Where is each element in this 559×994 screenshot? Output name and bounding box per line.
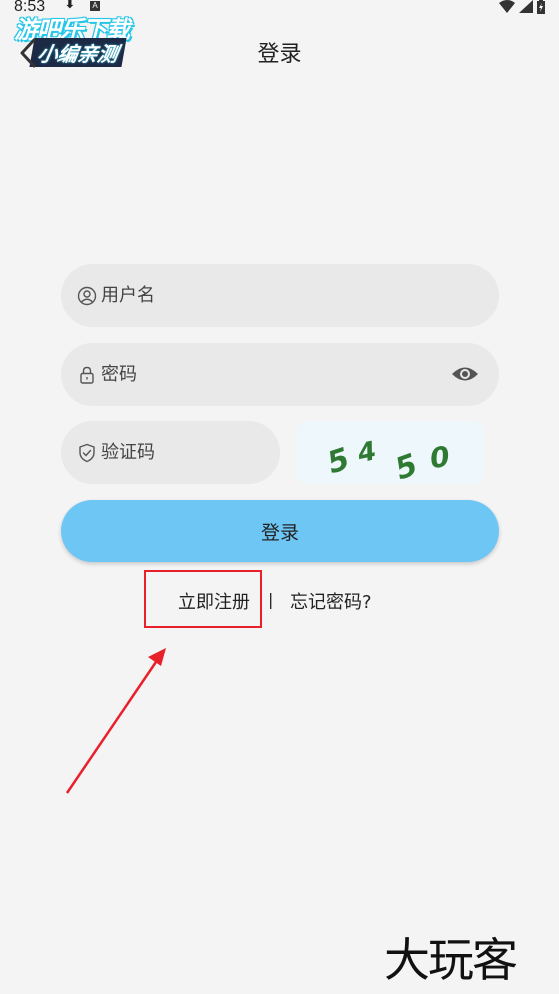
password-field[interactable] <box>61 343 499 406</box>
captcha-field[interactable] <box>61 421 280 484</box>
toggle-password-visibility-button[interactable] <box>451 362 479 386</box>
captcha-char-2: 4 <box>354 436 379 469</box>
captcha-image[interactable]: 5 4 5 0 <box>296 421 484 487</box>
links-separator: | <box>268 590 274 609</box>
shield-icon <box>77 443 97 463</box>
register-link[interactable]: 立即注册 <box>178 588 250 614</box>
username-input[interactable] <box>101 275 401 316</box>
annotation-arrow <box>65 648 166 794</box>
username-field[interactable] <box>61 264 499 327</box>
captcha-char-4: 0 <box>428 440 452 475</box>
eye-icon <box>452 367 478 381</box>
forgot-password-link[interactable]: 忘记密码? <box>290 588 372 614</box>
login-button[interactable]: 登录 <box>61 500 499 562</box>
lock-icon <box>77 365 97 385</box>
captcha-char-3: 5 <box>391 447 423 484</box>
auth-links: 立即注册 | 忘记密码? <box>0 588 559 614</box>
page-title: 登录 <box>257 42 302 67</box>
watermark-brand: 大玩客 <box>384 933 518 987</box>
captcha-input[interactable] <box>101 432 261 473</box>
password-input[interactable] <box>101 354 401 395</box>
captcha-char-1: 5 <box>323 441 354 481</box>
signal-icon <box>519 0 533 13</box>
user-icon <box>77 286 97 306</box>
wifi-icon <box>499 0 515 13</box>
status-icons <box>499 0 545 14</box>
battery-icon <box>537 0 545 14</box>
